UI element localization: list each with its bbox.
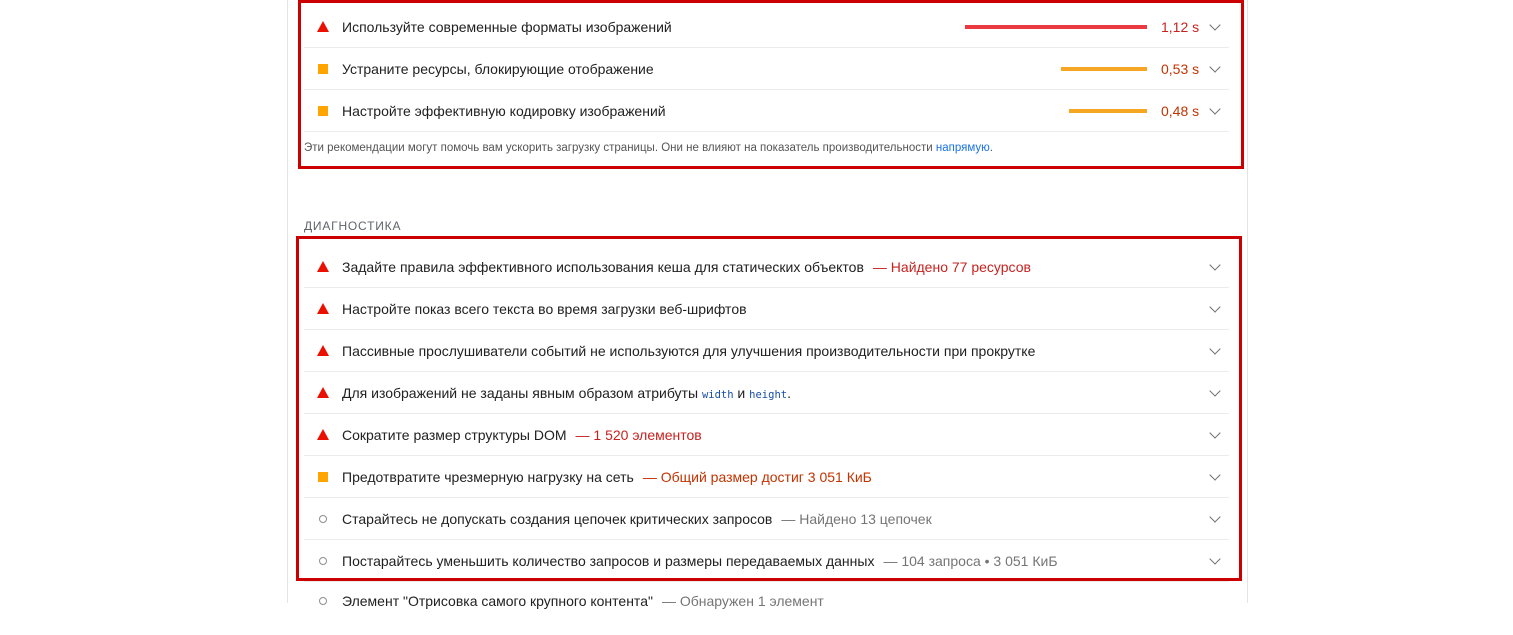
fail-triangle-icon: [304, 372, 342, 414]
audit-display-value: — 1 520 элементов: [575, 426, 702, 443]
audit-row-unsized-images[interactable]: Для изображений не заданы явным образом …: [304, 372, 1229, 414]
audit-title: Пассивные прослушиватели событий не испо…: [342, 342, 1036, 359]
audit-row-render-blocking[interactable]: Устраните ресурсы, блокирующие отображен…: [304, 48, 1229, 90]
chevron-down-icon[interactable]: [1209, 342, 1221, 355]
audit-title: Настройте показ всего текста во время за…: [342, 300, 747, 317]
audit-title: Задайте правила эффективного использован…: [342, 258, 864, 275]
chevron-down-icon[interactable]: [1209, 258, 1221, 271]
fail-triangle-icon: [304, 330, 342, 372]
chevron-down-icon[interactable]: [1209, 426, 1221, 439]
chevron-down-icon[interactable]: [1209, 18, 1221, 31]
chevron-down-icon[interactable]: [1209, 300, 1221, 313]
note-end: .: [989, 142, 993, 154]
informative-circle-icon: [304, 593, 342, 609]
audit-title: Сократите размер структуры DOM: [342, 426, 567, 443]
fail-triangle-icon: [304, 246, 342, 288]
audit-display-value: — 104 запроса • 3 051 КиБ: [883, 552, 1058, 569]
average-square-icon: [304, 90, 342, 132]
audit-title: Старайтесь не допускать создания цепочек…: [342, 510, 773, 527]
chevron-down-icon[interactable]: [1209, 60, 1221, 73]
savings-value: 0,53 s: [1161, 60, 1200, 77]
audit-title: Устраните ресурсы, блокирующие отображен…: [342, 60, 654, 77]
chevron-down-icon[interactable]: [1209, 468, 1221, 481]
average-square-icon: [304, 48, 342, 90]
audit-row-lcp-element[interactable]: Элемент "Отрисовка самого крупного конте…: [304, 593, 1229, 635]
fail-triangle-icon: [304, 6, 342, 48]
audit-row-modern-image-formats[interactable]: Используйте современные форматы изображе…: [304, 6, 1229, 48]
audit-row-network-payload[interactable]: Предотвратите чрезмерную нагрузку на сет…: [304, 456, 1229, 498]
opportunities-note: Эти рекомендации могут помочь вам ускори…: [304, 142, 1229, 154]
audit-display-value: — Найдено 77 ресурсов: [872, 258, 1031, 275]
title-text: и: [733, 384, 750, 401]
note-text: Эти рекомендации могут помочь вам ускори…: [304, 142, 936, 154]
fail-triangle-icon: [304, 414, 342, 456]
audit-title: Постарайтесь уменьшить количество запрос…: [342, 552, 875, 569]
savings-bar: [965, 24, 1147, 29]
audit-row-font-display[interactable]: Настройте показ всего текста во время за…: [304, 288, 1229, 330]
audit-row-critical-chains[interactable]: Старайтесь не допускать создания цепочек…: [304, 498, 1229, 540]
audit-row-passive-listeners[interactable]: Пассивные прослушиватели событий не испо…: [304, 330, 1229, 372]
code-height: height: [749, 388, 788, 401]
audit-row-cache-policy[interactable]: Задайте правила эффективного использован…: [304, 246, 1229, 288]
savings-bar: [1061, 66, 1147, 71]
audit-title: Предотвратите чрезмерную нагрузку на сет…: [342, 468, 634, 485]
audit-display-value: — Общий размер достиг 3 051 КиБ: [642, 468, 872, 485]
informative-circle-icon: [304, 498, 342, 540]
audit-title: Используйте современные форматы изображе…: [342, 18, 672, 35]
audit-display-value: — Обнаружен 1 элемент: [661, 593, 824, 609]
informative-circle-icon: [304, 540, 342, 582]
savings-bar: [1069, 108, 1147, 113]
audit-row-dom-size[interactable]: Сократите размер структуры DOM — 1 520 э…: [304, 414, 1229, 456]
audit-display-value: — Найдено 13 цепочек: [781, 510, 932, 527]
chevron-down-icon[interactable]: [1209, 384, 1221, 397]
code-width: width: [701, 388, 734, 401]
audit-title: Элемент "Отрисовка самого крупного конте…: [342, 593, 653, 609]
savings-value: 1,12 s: [1161, 18, 1200, 35]
chevron-down-icon[interactable]: [1209, 510, 1221, 523]
title-text: .: [787, 384, 791, 401]
title-text: Для изображений не заданы явным образом …: [342, 384, 702, 401]
note-link[interactable]: напрямую: [936, 142, 990, 154]
fail-triangle-icon: [304, 288, 342, 330]
chevron-down-icon[interactable]: [1209, 552, 1221, 565]
section-title-diagnostics: ДИАГНОСТИКА: [304, 219, 402, 233]
savings-value: 0,48 s: [1161, 102, 1200, 119]
chevron-down-icon[interactable]: [1209, 102, 1221, 115]
audit-title: Для изображений не заданы явным образом …: [342, 385, 791, 401]
audit-row-image-encoding[interactable]: Настройте эффективную кодировку изображе…: [304, 90, 1229, 132]
audit-title: Настройте эффективную кодировку изображе…: [342, 102, 666, 119]
average-square-icon: [304, 456, 342, 498]
audit-row-resource-summary[interactable]: Постарайтесь уменьшить количество запрос…: [304, 540, 1229, 582]
